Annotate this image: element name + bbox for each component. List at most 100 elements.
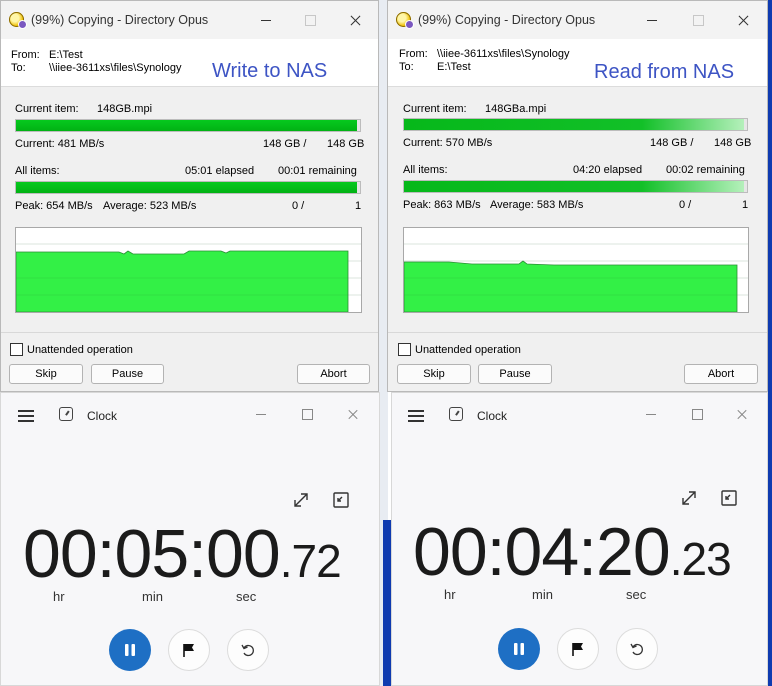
abort-button[interactable]: Abort	[297, 364, 370, 384]
minimize-button[interactable]	[633, 401, 669, 427]
pause-button[interactable]	[498, 628, 540, 670]
to-value: E:\Test	[437, 61, 471, 73]
close-button[interactable]	[335, 401, 371, 427]
menu-icon[interactable]	[408, 410, 424, 422]
pause-button[interactable]	[109, 629, 151, 671]
desktop-background-right	[768, 0, 772, 686]
window-title: (99%) Copying - Directory Opus	[418, 13, 596, 27]
all-items-label: All items:	[403, 164, 448, 176]
current-total: 148 GB	[714, 137, 752, 149]
clock-window-right: Clock 00:04:20.23 hr min sec	[391, 392, 768, 686]
reset-button[interactable]	[616, 628, 658, 670]
pause-icon	[125, 644, 135, 656]
from-label: From:	[11, 49, 40, 61]
hr-label: hr	[53, 589, 65, 604]
unattended-checkbox[interactable]	[398, 343, 411, 356]
unattended-checkbox[interactable]	[10, 343, 23, 356]
peak-speed: Peak: 863 MB/s	[403, 199, 481, 211]
skip-button[interactable]: Skip	[9, 364, 83, 384]
paths-area: From: \\iiee-3611xs\files\Synology To: E…	[388, 39, 767, 87]
current-item-progress-bar	[15, 119, 361, 132]
directory-opus-icon	[9, 12, 27, 29]
items-total: 1	[355, 200, 362, 212]
current-done: 148 GB /	[263, 138, 307, 150]
pause-icon	[514, 643, 524, 655]
current-item-label: Current item:	[403, 103, 467, 115]
current-item-value: 148GB.mpi	[97, 103, 153, 115]
flag-icon	[572, 643, 583, 656]
peak-speed: Peak: 654 MB/s	[15, 200, 93, 212]
speed-graph-area	[16, 250, 349, 312]
speed-graph-area	[404, 260, 738, 312]
title-bar[interactable]: (99%) Copying - Directory Opus	[388, 1, 767, 39]
stopwatch-main-time: 00:05:00	[23, 516, 281, 592]
to-value: \\iiee-3611xs\files\Synology	[49, 62, 182, 74]
remaining-time: 00:01 remaining	[278, 165, 357, 177]
skip-button[interactable]: Skip	[397, 364, 471, 384]
pause-button[interactable]: Pause	[478, 364, 552, 384]
current-item-value: 148GBa.mpi	[485, 103, 547, 115]
expand-icon[interactable]	[678, 487, 700, 509]
elapsed-time: 05:01 elapsed	[185, 165, 255, 177]
average-speed: Average: 583 MB/s	[490, 199, 584, 211]
all-items-progress-bar	[15, 181, 361, 194]
pause-button[interactable]: Pause	[91, 364, 164, 384]
close-button[interactable]	[333, 1, 377, 39]
all-items-progress-bar	[403, 180, 748, 193]
current-speed: Current: 570 MB/s	[403, 137, 493, 149]
copy-dialog-write: (99%) Copying - Directory Opus From: E:\…	[0, 0, 379, 392]
minimize-button[interactable]	[244, 1, 288, 39]
items-done: 0 /	[292, 200, 305, 212]
dialog-footer: Unattended operation Skip Pause Abort	[388, 332, 767, 391]
sec-label: sec	[626, 587, 647, 602]
stopwatch-centiseconds: .23	[669, 533, 732, 585]
min-label: min	[142, 589, 163, 604]
current-item-label: Current item:	[15, 103, 79, 115]
maximize-button[interactable]	[679, 401, 715, 427]
lap-button[interactable]	[557, 628, 599, 670]
current-item-progress-bar	[403, 118, 748, 131]
reset-icon	[630, 643, 643, 656]
menu-icon[interactable]	[18, 410, 34, 422]
to-label: To:	[399, 61, 414, 73]
min-label: min	[532, 587, 553, 602]
maximize-button[interactable]	[288, 1, 332, 39]
clock-app-icon	[59, 407, 73, 421]
reset-button[interactable]	[227, 629, 269, 671]
window-title: (99%) Copying - Directory Opus	[31, 13, 209, 27]
maximize-button[interactable]	[676, 1, 720, 39]
clock-app-icon	[449, 407, 463, 421]
elapsed-time: 04:20 elapsed	[573, 164, 643, 176]
stopwatch-time: 00:05:00.72	[23, 515, 342, 593]
reset-icon	[241, 644, 254, 657]
current-total: 148 GB	[327, 138, 365, 150]
dialog-footer: Unattended operation Skip Pause Abort	[1, 332, 378, 391]
stopwatch-time: 00:04:20.23	[413, 513, 732, 591]
compact-overlay-icon[interactable]	[330, 489, 352, 511]
from-label: From:	[399, 48, 428, 60]
items-done: 0 /	[679, 199, 692, 211]
current-speed: Current: 481 MB/s	[15, 138, 105, 150]
from-value: E:\Test	[49, 49, 83, 61]
paths-area: From: E:\Test To: \\iiee-3611xs\files\Sy…	[1, 39, 378, 87]
abort-button[interactable]: Abort	[684, 364, 758, 384]
speed-graph	[403, 227, 749, 313]
app-title: Clock	[477, 409, 508, 423]
minimize-button[interactable]	[630, 1, 674, 39]
unattended-label: Unattended operation	[27, 344, 133, 356]
lap-button[interactable]	[168, 629, 210, 671]
maximize-button[interactable]	[289, 401, 325, 427]
minimize-button[interactable]	[243, 401, 279, 427]
stopwatch-centiseconds: .72	[279, 535, 342, 587]
compact-overlay-icon[interactable]	[718, 487, 740, 509]
average-speed: Average: 523 MB/s	[103, 200, 197, 212]
from-value: \\iiee-3611xs\files\Synology	[437, 48, 570, 60]
expand-icon[interactable]	[290, 489, 312, 511]
unattended-label: Unattended operation	[415, 344, 521, 356]
close-button[interactable]	[724, 401, 760, 427]
flag-icon	[183, 644, 194, 657]
sec-label: sec	[236, 589, 257, 604]
title-bar[interactable]: (99%) Copying - Directory Opus	[1, 1, 378, 39]
close-button[interactable]	[721, 1, 765, 39]
hr-label: hr	[444, 587, 456, 602]
